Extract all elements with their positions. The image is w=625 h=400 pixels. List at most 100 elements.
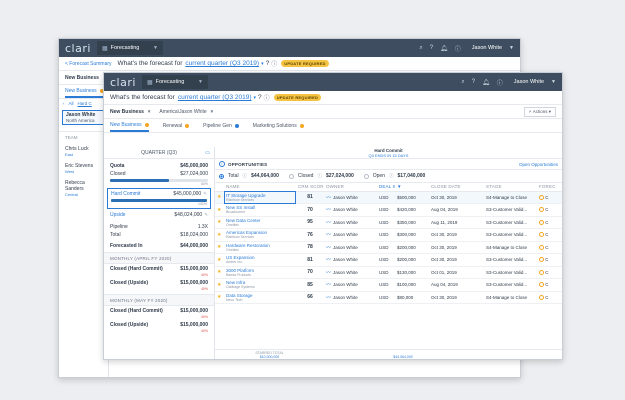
update-required-badge[interactable]: UPDATE REQUIRED: [281, 60, 329, 67]
star-icon[interactable]: ★: [217, 194, 221, 200]
tab-pipeline-gen[interactable]: Pipeline Gen: [203, 119, 239, 132]
table-row[interactable]: ★ Hardware Restoration Omnitec 78 〰 Jason Whi…: [215, 241, 562, 254]
owner-name: Jason White: [333, 232, 358, 238]
app-selector[interactable]: ▦ Forecasting ▼: [141, 75, 208, 89]
close-date: Oct 30, 2019: [429, 228, 484, 242]
star-icon[interactable]: ★: [217, 294, 221, 300]
col-name[interactable]: NAME: [224, 183, 296, 192]
period-link[interactable]: current quarter (Q3 2019): [178, 94, 252, 101]
star-icon[interactable]: ★: [217, 207, 221, 213]
col-deal-size[interactable]: DEAL SIZE: [377, 183, 395, 192]
star-icon[interactable]: ★: [217, 244, 221, 250]
col-close-date[interactable]: CLOSE DATE: [429, 183, 484, 192]
table-row[interactable]: ★ Americas Expansion Rainbow Services 76 〰 Ja…: [215, 228, 562, 242]
month-row: Closed (Upside) $15,000,000 40%: [110, 322, 208, 333]
hard-commit-card[interactable]: Hard Commit $45,000,000 ✎ 100%: [107, 188, 211, 209]
forecast-circle-icon[interactable]: [539, 257, 544, 263]
currency: USD: [377, 203, 395, 217]
table-row[interactable]: ★ Data Storage Nevo Tech 66 〰 Jason White USD $…: [215, 291, 562, 304]
info-icon[interactable]: ⓘ: [497, 78, 503, 87]
forecast-circle-icon[interactable]: [539, 207, 544, 213]
edit-icon[interactable]: ✎: [204, 212, 208, 218]
col-crm-score[interactable]: CRM SCORE: [296, 183, 324, 192]
deal-size: $100,000: [395, 278, 429, 292]
forecast-circle-icon[interactable]: [539, 219, 544, 225]
help-icon[interactable]: ?: [472, 79, 475, 85]
star-icon[interactable]: ★: [217, 282, 221, 288]
info-icon[interactable]: ⓘ: [455, 44, 461, 53]
table-row[interactable]: ★ 3000 Platform Banda Products 70 〰 Jason Whi…: [215, 266, 562, 279]
tab-new-business[interactable]: New Business: [65, 85, 104, 98]
team-member[interactable]: Eric Stevens West: [59, 160, 108, 177]
table-row[interactable]: ★ New SS Install Broadcomm 70 〰 Jason White US…: [215, 203, 562, 217]
table-row[interactable]: ★ New Data Center Omnitec 95 〰 Jason White USD…: [215, 216, 562, 229]
star-icon[interactable]: ★: [217, 219, 221, 225]
chevron-down-icon: ▼: [509, 45, 514, 51]
deal-size: $200,000: [395, 241, 429, 254]
forecast-circle-icon[interactable]: [539, 244, 544, 250]
chevron-down-icon[interactable]: ▾: [261, 61, 264, 67]
bell-icon[interactable]: 🔔︎: [440, 45, 448, 52]
all-toggle[interactable]: ‹ All Hard C: [59, 99, 108, 108]
forecast-circle-icon[interactable]: [539, 269, 544, 275]
user-filter[interactable]: America\Jason White: [159, 109, 206, 115]
help-circle-icon[interactable]: ⓘ: [271, 59, 277, 68]
forecast-circle-icon[interactable]: [539, 294, 544, 300]
col-stage[interactable]: STAGE: [484, 183, 537, 192]
total-radio[interactable]: [219, 173, 224, 179]
user-menu[interactable]: Jason White: [514, 79, 544, 85]
close-date: Oct 30, 2019: [429, 291, 484, 304]
team-member[interactable]: Chris Luck East: [59, 143, 108, 160]
totals-filter: Total ⓘ $44,064,000 Closed ⓘ $27,024,000…: [215, 170, 562, 183]
user-menu[interactable]: Jason White: [472, 45, 502, 51]
tab-new-business[interactable]: New Business: [110, 119, 149, 132]
card-icon[interactable]: ▭: [205, 150, 210, 156]
bell-icon[interactable]: 🔔︎: [482, 79, 490, 86]
front-window: clari ▦ Forecasting ▼ ⌕ ? 🔔︎ ⓘ Jason Whi…: [103, 72, 563, 360]
chevron-down-icon[interactable]: ▼: [210, 109, 214, 114]
help-icon[interactable]: ?: [430, 45, 433, 51]
update-required-badge[interactable]: UPDATE REQUIRED: [273, 94, 322, 101]
chevron-down-icon[interactable]: ▼: [147, 109, 151, 114]
close-date: Aug 04, 2019: [429, 278, 484, 292]
forecast-circle-icon[interactable]: [539, 282, 544, 288]
lightning-icon: ⚡︎: [528, 108, 532, 114]
business-filter[interactable]: New Business: [110, 109, 144, 115]
business-filter[interactable]: New Business: [65, 75, 99, 81]
stage: S3-Customer Valid...: [484, 216, 537, 229]
selected-person[interactable]: Jason White North America: [62, 110, 105, 125]
app-selector[interactable]: ▦ Forecasting ▼: [96, 41, 163, 55]
hard-commit-link[interactable]: Hard C: [78, 101, 92, 106]
team-member[interactable]: Rebecca Sanders Central: [59, 177, 108, 200]
table-row[interactable]: ★ New Infra Cabbage Systems 85 〰 Jason White U…: [215, 278, 562, 292]
star-icon[interactable]: ★: [217, 232, 221, 238]
help-circle-icon[interactable]: ⓘ: [264, 93, 270, 102]
forecast-circle-icon[interactable]: [539, 194, 544, 200]
sort-desc-icon[interactable]: ▼: [395, 183, 429, 192]
question-bar: < Forecast Summary What's the forecast f…: [59, 57, 520, 71]
trend-icon: 〰: [326, 244, 332, 251]
owner-name: Jason White: [333, 219, 358, 225]
col-owner[interactable]: OWNER: [324, 183, 377, 192]
star-icon[interactable]: ★: [217, 257, 221, 263]
upside-row[interactable]: Upside $48,024,000 ✎: [104, 211, 214, 219]
open-radio[interactable]: [363, 173, 369, 179]
col-forecast[interactable]: FOREC: [537, 183, 562, 192]
closed-radio[interactable]: [288, 173, 294, 179]
tab-marketing-solutions[interactable]: Marketing Solutions: [253, 119, 304, 132]
question-suffix: ?: [258, 94, 262, 101]
breadcrumb[interactable]: < Forecast Summary: [65, 61, 112, 67]
chevron-down-icon: ▼: [551, 79, 556, 85]
table-row[interactable]: ★ IT Storage Upgrade Rainbow Services 81 〰 Ja…: [215, 191, 562, 204]
period-link[interactable]: current quarter (Q3 2019): [185, 60, 259, 67]
edit-icon[interactable]: ✎: [203, 191, 207, 197]
search-icon[interactable]: ⌕: [461, 79, 464, 86]
tab-renewal[interactable]: Renewal: [163, 119, 190, 132]
forecast-circle-icon[interactable]: [539, 232, 544, 238]
open-opportunities-link[interactable]: Open Opportunities: [519, 162, 558, 167]
star-icon[interactable]: ★: [217, 269, 221, 275]
chevron-down-icon[interactable]: ▾: [254, 95, 257, 101]
actions-button[interactable]: ⚡︎ Actions ▾: [523, 106, 556, 117]
search-icon[interactable]: ⌕: [419, 45, 422, 52]
table-row[interactable]: ★ US Expansion Amber Inc. 81 〰 Jason White USD…: [215, 253, 562, 267]
